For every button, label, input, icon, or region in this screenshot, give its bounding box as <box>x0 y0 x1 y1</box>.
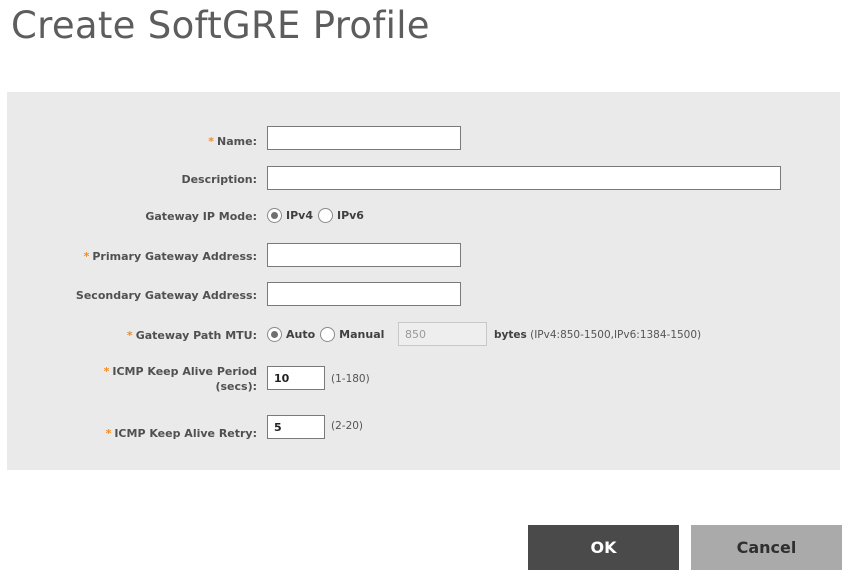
name-input[interactable] <box>267 126 461 150</box>
required-marker: * <box>103 365 110 378</box>
gateway-ip-mode-group: IPv4 IPv6 <box>267 208 369 223</box>
mtu-unit: bytes <box>494 329 527 341</box>
mtu-auto-radio[interactable] <box>267 327 282 342</box>
required-marker: * <box>208 135 215 148</box>
icmp-retry-input[interactable] <box>267 415 325 439</box>
cancel-button[interactable]: Cancel <box>691 525 842 570</box>
ok-button[interactable]: OK <box>528 525 679 570</box>
primary-gateway-input[interactable] <box>267 243 461 267</box>
page-title: Create SoftGRE Profile <box>11 4 430 47</box>
ipv6-radio-label[interactable]: IPv6 <box>337 209 364 222</box>
ipv6-radio[interactable] <box>317 208 333 223</box>
icmp-period-label: * ICMP Keep Alive Period (secs): <box>103 365 257 393</box>
mtu-manual-radio[interactable] <box>320 327 336 342</box>
secondary-gateway-input[interactable] <box>267 282 461 306</box>
secondary-gateway-label: Secondary Gateway Address: <box>75 289 257 302</box>
mtu-manual-label[interactable]: Manual <box>339 328 384 341</box>
ipv4-radio[interactable] <box>267 208 282 223</box>
icmp-period-hint: (1-180) <box>331 373 370 385</box>
description-input[interactable] <box>267 166 781 190</box>
required-marker: * <box>126 329 133 342</box>
ipv4-radio-label[interactable]: IPv4 <box>286 209 313 222</box>
softgre-profile-form: * Name: Description: Gateway IP Mode: IPv… <box>7 92 840 470</box>
gateway-path-mtu-group: Auto Manual <box>267 327 389 342</box>
mtu-manual-input[interactable] <box>398 322 487 346</box>
required-marker: * <box>83 250 90 263</box>
icmp-period-input[interactable] <box>267 366 325 390</box>
primary-gateway-label: * Primary Gateway Address: <box>83 250 257 263</box>
icmp-retry-hint: (2-20) <box>331 420 364 432</box>
required-marker: * <box>105 427 112 440</box>
gateway-ip-mode-label: Gateway IP Mode: <box>145 210 257 223</box>
name-label: * Name: <box>208 135 257 148</box>
mtu-range-hint: (IPv4:850-1500,IPv6:1384-1500) <box>530 329 702 341</box>
mtu-auto-label[interactable]: Auto <box>286 328 315 341</box>
icmp-retry-label: * ICMP Keep Alive Retry: <box>105 427 257 440</box>
mtu-hint: bytes (IPv4:850-1500,IPv6:1384-1500) <box>494 329 701 341</box>
gateway-path-mtu-label: * Gateway Path MTU: <box>126 329 257 342</box>
description-label: Description: <box>181 173 257 186</box>
